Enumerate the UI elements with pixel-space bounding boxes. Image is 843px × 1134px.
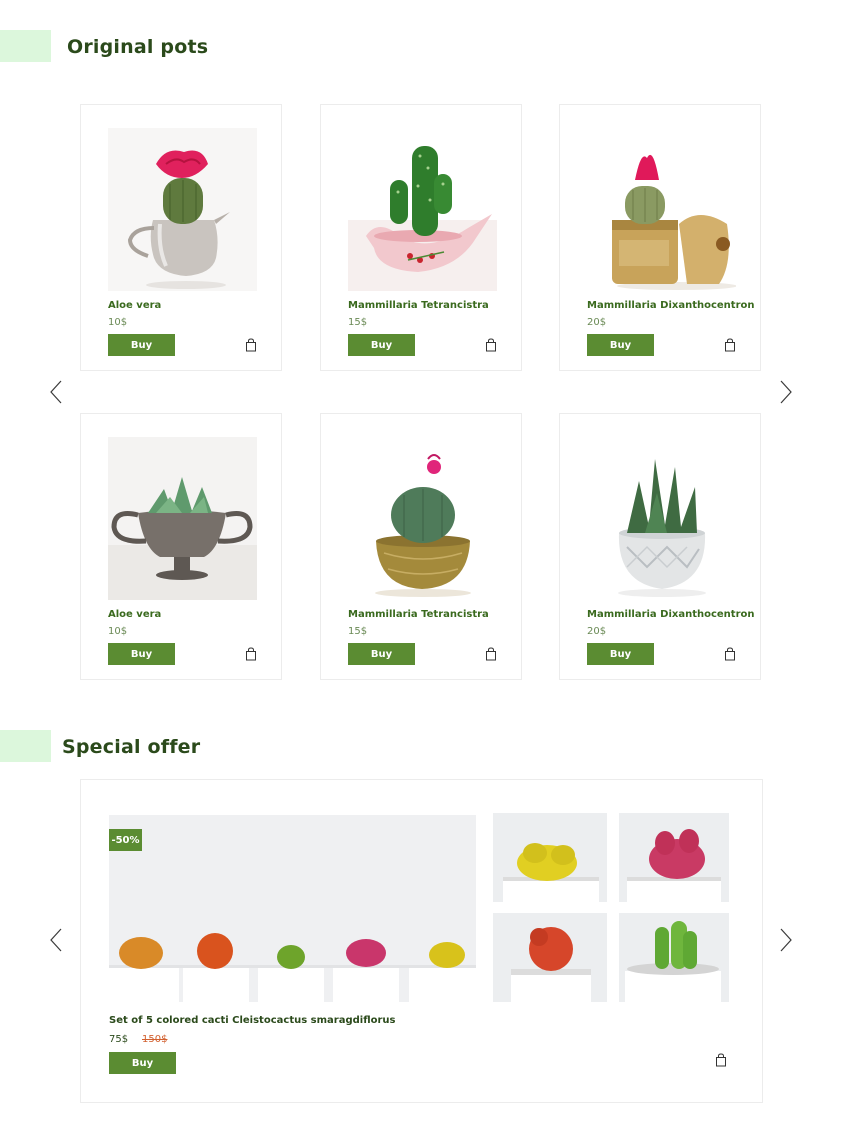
product-card: Mammillaria Dixanthocentron 20$ Buy	[559, 104, 761, 371]
product-card: Aloe vera 10$ Buy	[80, 413, 282, 680]
buy-button[interactable]: Buy	[587, 334, 654, 356]
chevron-left-icon[interactable]	[49, 927, 63, 953]
product-image-mammillaria-dixanthocentron[interactable]	[587, 128, 736, 291]
product-image-aloe-vera[interactable]	[108, 437, 257, 600]
product-name[interactable]: Aloe vera	[108, 609, 161, 620]
product-price: 10$	[108, 626, 128, 637]
product-name[interactable]: Mammillaria Dixanthocentron	[587, 300, 755, 311]
special-offer-name[interactable]: Set of 5 colored cacti Cleistocactus sma…	[109, 1015, 395, 1026]
buy-button[interactable]: Buy	[109, 1052, 176, 1074]
discount-badge: -50%	[109, 829, 142, 851]
product-price: 20$	[587, 626, 607, 637]
product-image-aloe-vera[interactable]	[108, 128, 257, 291]
buy-button[interactable]: Buy	[348, 643, 415, 665]
shopping-bag-icon[interactable]	[715, 1053, 727, 1067]
shopping-bag-icon[interactable]	[245, 647, 257, 661]
shopping-bag-icon[interactable]	[485, 647, 497, 661]
special-offer-price: 75$	[109, 1034, 129, 1045]
shopping-bag-icon[interactable]	[245, 338, 257, 352]
shopping-bag-icon[interactable]	[485, 338, 497, 352]
offer-thumbnail-red[interactable]	[493, 913, 607, 1002]
section-title-special-offer: Special offer	[62, 736, 201, 758]
offer-thumbnail-green[interactable]	[619, 913, 729, 1002]
chevron-left-icon[interactable]	[49, 379, 63, 405]
product-card: Mammillaria Tetrancistra 15$ Buy	[320, 413, 522, 680]
offer-thumbnail-yellow[interactable]	[493, 813, 607, 902]
product-price: 10$	[108, 317, 128, 328]
buy-button[interactable]: Buy	[108, 643, 175, 665]
product-image-mammillaria-tetrancistra[interactable]	[348, 437, 497, 600]
special-offer-old-price: 150$	[142, 1034, 168, 1045]
product-card: Mammillaria Dixanthocentron 20$ Buy	[559, 413, 761, 680]
product-image-mammillaria-tetrancistra[interactable]	[348, 128, 497, 291]
buy-button[interactable]: Buy	[587, 643, 654, 665]
section-accent-bar	[0, 730, 51, 762]
chevron-right-icon[interactable]	[779, 927, 793, 953]
chevron-right-icon[interactable]	[779, 379, 793, 405]
product-name[interactable]: Mammillaria Tetrancistra	[348, 609, 489, 620]
product-price: 15$	[348, 626, 368, 637]
product-image-mammillaria-dixanthocentron[interactable]	[587, 437, 736, 600]
product-price: 15$	[348, 317, 368, 328]
product-name[interactable]: Aloe vera	[108, 300, 161, 311]
product-card: Mammillaria Tetrancistra 15$ Buy	[320, 104, 522, 371]
section-accent-bar	[0, 30, 51, 62]
special-offer-image[interactable]	[109, 815, 476, 1002]
product-name[interactable]: Mammillaria Tetrancistra	[348, 300, 489, 311]
shopping-bag-icon[interactable]	[724, 338, 736, 352]
product-card: Aloe vera 10$ Buy	[80, 104, 282, 371]
product-name[interactable]: Mammillaria Dixanthocentron	[587, 609, 755, 620]
offer-thumbnail-pink[interactable]	[619, 813, 729, 902]
shopping-bag-icon[interactable]	[724, 647, 736, 661]
buy-button[interactable]: Buy	[348, 334, 415, 356]
section-title-original: Original pots	[67, 36, 209, 58]
product-price: 20$	[587, 317, 607, 328]
buy-button[interactable]: Buy	[108, 334, 175, 356]
